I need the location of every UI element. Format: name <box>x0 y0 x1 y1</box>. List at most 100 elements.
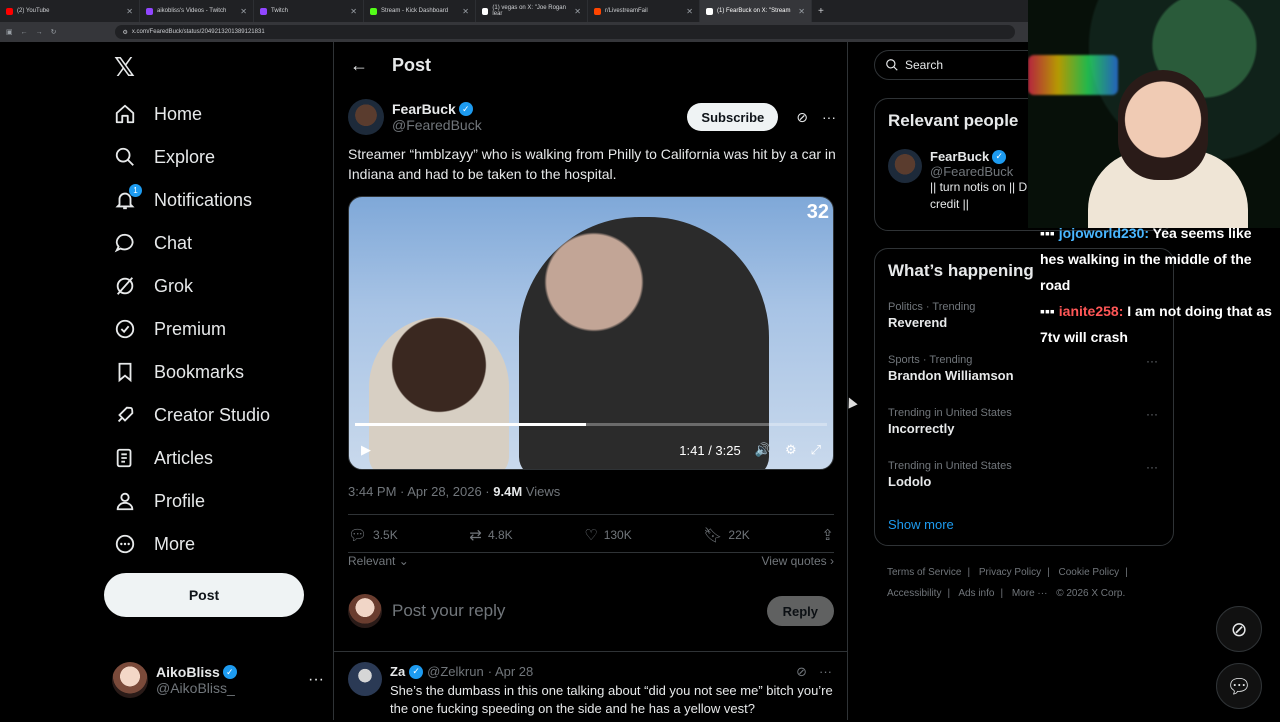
browser-tab[interactable]: (1) vegas on X: "Joe Rogan lear ✕ <box>476 0 588 22</box>
footer-link[interactable]: Cookie Policy <box>1059 567 1120 578</box>
site-info-icon[interactable]: ⚙ <box>123 29 128 36</box>
close-icon[interactable]: ✕ <box>462 7 469 16</box>
grok-float-button[interactable]: ⊘ <box>1216 606 1262 652</box>
verified-icon: ✓ <box>409 664 424 679</box>
repost-action[interactable]: ⇄ 4.8K <box>469 526 512 544</box>
view-quotes-link[interactable]: View quotes › <box>762 554 835 570</box>
back-arrow-icon[interactable]: ← <box>350 55 368 76</box>
fullscreen-icon[interactable]: ⤢ <box>811 442 821 458</box>
account-switcher[interactable]: AikoBliss ✓ @AikoBliss_ ··· <box>112 660 324 700</box>
trend-item[interactable]: Sports · Trending Brandon Williamson ··· <box>888 354 1160 383</box>
streamer-face <box>1118 70 1208 180</box>
close-icon[interactable]: ✕ <box>686 7 693 16</box>
share-action[interactable]: ⇪ <box>821 526 834 544</box>
close-icon[interactable]: ✕ <box>126 7 133 16</box>
nav-item-articles[interactable]: Articles <box>114 443 213 473</box>
views-label: Views <box>525 484 561 499</box>
post-header: ← Post <box>334 42 847 88</box>
forward-icon[interactable]: → <box>36 29 43 36</box>
nav-item-premium[interactable]: Premium <box>114 314 226 344</box>
browser-tab[interactable]: r/LivestreamFail ✕ <box>588 0 700 22</box>
nav-item-notifications[interactable]: 1 Notifications <box>114 184 253 215</box>
more-dots-icon[interactable]: ··· <box>308 671 324 689</box>
close-icon[interactable]: ✕ <box>350 7 357 16</box>
reply-author-handle[interactable]: @Zelkrun <box>427 664 484 679</box>
nav-item-grok[interactable]: Grok <box>114 271 193 301</box>
search-icon <box>885 58 899 72</box>
person-handle: @FearedBuck <box>930 164 1014 179</box>
more-dots-icon[interactable]: ··· <box>819 664 832 680</box>
reply-action[interactable]: 💬︎ 3.5K <box>348 526 398 544</box>
play-icon[interactable]: ▶ <box>361 442 371 458</box>
reply-input[interactable]: Post your reply <box>392 601 505 621</box>
author-avatar[interactable] <box>348 99 384 135</box>
close-icon[interactable]: ✕ <box>240 7 247 16</box>
chat-username: jojoworld230: <box>1058 225 1150 241</box>
nav-item-explore[interactable]: Explore <box>114 142 215 172</box>
nav-label: Premium <box>154 318 227 339</box>
new-tab-button[interactable]: + <box>812 0 830 22</box>
video-player[interactable]: 32 ▶ 1:41 / 3:25 🔊 ⚙ ⤢ <box>348 196 834 470</box>
author-handle[interactable]: @FearedBuck <box>392 117 482 133</box>
close-icon[interactable]: ✕ <box>574 7 581 16</box>
browser-tab[interactable]: (2) YouTube ✕ <box>0 0 140 22</box>
bookmark-action[interactable]: 🔖︎ 22K <box>703 526 749 544</box>
chat-float-button[interactable]: 💬︎ <box>1216 663 1262 709</box>
author-name[interactable]: FearBuck <box>392 101 456 117</box>
more-dots-icon[interactable]: ··· <box>822 109 836 126</box>
show-more-link[interactable]: Show more <box>888 517 954 532</box>
browser-tab[interactable]: aikobliss's Videos - Twitch ✕ <box>140 0 254 22</box>
volume-icon[interactable]: 🔊 <box>755 442 771 458</box>
nav-item-creator-studio[interactable]: Creator Studio <box>114 400 270 430</box>
footer-link[interactable]: Ads info <box>958 588 994 599</box>
tweet-time[interactable]: 3:44 PM · Apr 28, 2026 · <box>348 484 490 499</box>
divider <box>334 651 848 652</box>
nav-item-more[interactable]: More <box>114 529 195 559</box>
share-icon: ⇪ <box>821 527 834 544</box>
nav-item-chat[interactable]: Chat <box>114 228 192 258</box>
nav-item-profile[interactable]: Profile <box>114 486 205 516</box>
reply-avatar[interactable] <box>348 662 382 696</box>
x-favicon-icon <box>482 7 489 15</box>
more-dots-icon[interactable]: ··· <box>1146 460 1158 474</box>
more-dots-icon[interactable]: ··· <box>1146 354 1158 368</box>
reply-author-name[interactable]: Za <box>390 664 405 679</box>
x-logo-icon[interactable]: 𝕏 <box>114 52 135 83</box>
footer-link[interactable]: Accessibility <box>887 588 941 599</box>
chat-username: ianite258: <box>1058 303 1124 319</box>
grok-icon[interactable]: ⊘ <box>796 664 807 680</box>
video-progress-bar[interactable] <box>355 423 827 426</box>
close-icon[interactable]: ✕ <box>798 7 805 16</box>
twitch-favicon-icon <box>260 7 267 15</box>
reply-tweet[interactable]: Za ✓ @Zelkrun · Apr 28 ⊘ ··· She’s the d… <box>348 662 838 722</box>
footer-link[interactable]: Privacy Policy <box>979 567 1041 578</box>
reply-icon: 💬︎ <box>348 527 368 544</box>
more-dots-icon[interactable]: ··· <box>1146 407 1158 421</box>
trend-item[interactable]: Trending in United States Lodolo ··· <box>888 460 1160 489</box>
reply-date[interactable]: · Apr 28 <box>488 664 534 679</box>
nav-label: Notifications <box>154 189 253 210</box>
browser-tab[interactable]: Stream - Kick Dashboard ✕ <box>364 0 476 22</box>
browser-tab[interactable]: Twitch ✕ <box>254 0 364 22</box>
grok-icon[interactable]: ⊘ <box>796 109 808 126</box>
nav-label: Home <box>154 103 203 124</box>
nav-item-home[interactable]: Home <box>114 99 202 129</box>
settings-gear-icon[interactable]: ⚙ <box>785 442 797 458</box>
back-icon[interactable]: ← <box>21 29 28 36</box>
trend-item[interactable]: Trending in United States Incorrectly ··… <box>888 407 1160 436</box>
subscribe-button[interactable]: Subscribe <box>687 103 779 131</box>
url-field[interactable]: ⚙ x.com/FearedBuck/status/20492132013891… <box>114 25 1015 39</box>
chat-badge-icons: ▪▪▪ <box>1040 303 1055 319</box>
nav-item-bookmarks[interactable]: Bookmarks <box>114 357 244 387</box>
like-action[interactable]: ♡ 130K <box>584 526 631 544</box>
sidebar-toggle-icon[interactable]: ▣ <box>6 28 13 36</box>
footer-link[interactable]: Terms of Service <box>887 567 961 578</box>
reply-button[interactable]: Reply <box>766 596 834 626</box>
reload-icon[interactable]: ↻ <box>51 28 57 36</box>
sort-dropdown[interactable]: Relevant ⌄ <box>348 554 409 570</box>
webcam-overlay <box>1028 0 1280 228</box>
post-button[interactable]: Post <box>104 573 304 617</box>
footer-link[interactable]: More ··· <box>1012 588 1048 599</box>
kick-favicon-icon <box>370 7 377 15</box>
browser-tab-active[interactable]: (1) FearBuck on X: "Stream ✕ <box>700 0 812 22</box>
